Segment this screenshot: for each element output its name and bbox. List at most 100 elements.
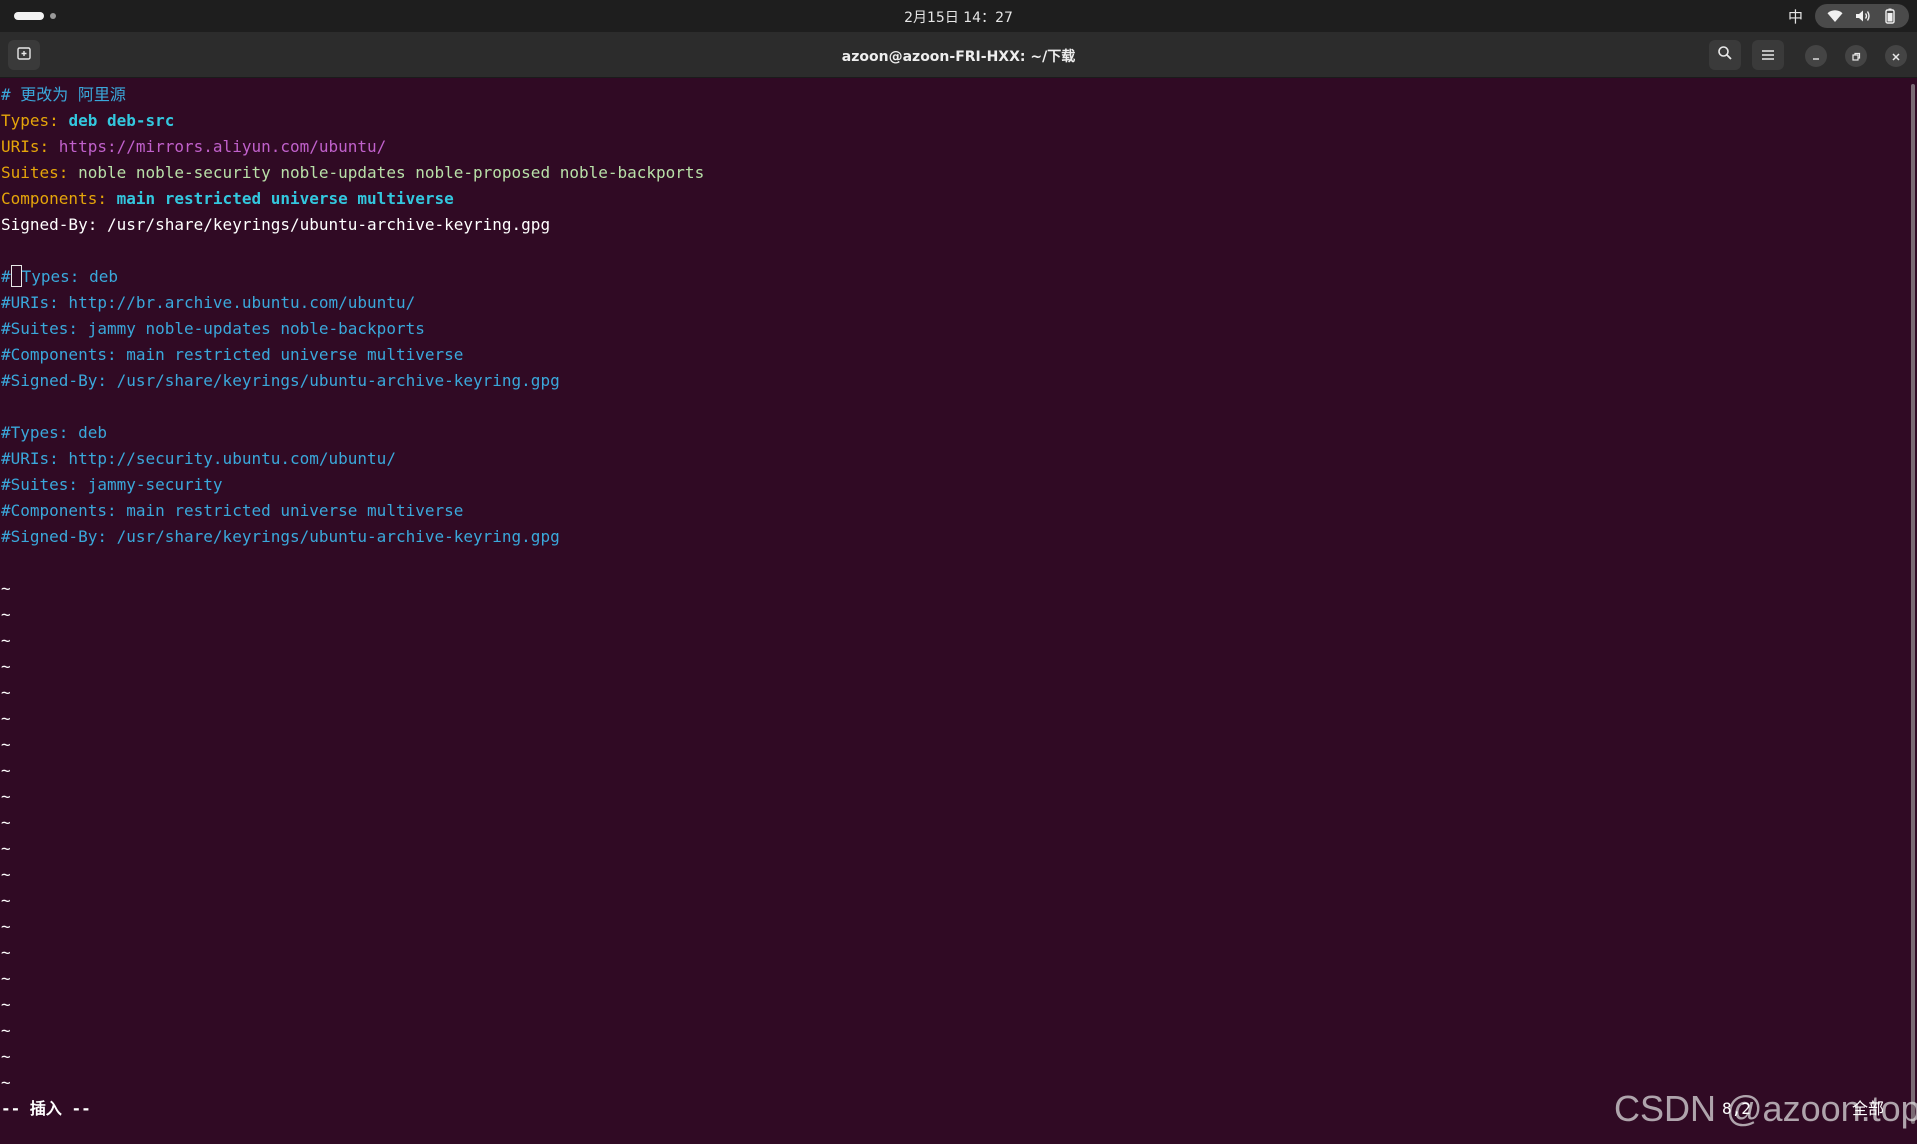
system-top-bar: 2月15日 14：27 中 <box>0 0 1917 32</box>
text-segment: main restricted universe multiverse <box>116 189 454 208</box>
text-segment: Suites: <box>1 163 79 182</box>
text-segment: ~ <box>1 709 11 728</box>
search-button[interactable] <box>1709 40 1741 70</box>
input-method-indicator[interactable]: 中 <box>1788 6 1803 27</box>
restore-button[interactable] <box>1845 45 1867 67</box>
text-segment: #Types: deb <box>1 423 107 442</box>
text-segment: ~ <box>1 943 11 962</box>
text-segment: #Signed-By: /usr/share/keyrings/ubuntu-a… <box>1 371 560 390</box>
editor-line: #Suites: jammy noble-updates noble-backp… <box>1 316 425 342</box>
empty-buffer-line: ~ <box>1 1018 11 1044</box>
empty-buffer-line: ~ <box>1 992 11 1018</box>
editor-line: # Types: deb <box>1 264 118 290</box>
text-segment: ~ <box>1 839 11 858</box>
text-segment: Types: <box>1 111 69 130</box>
empty-buffer-line: ~ <box>1 628 11 654</box>
text-segment: # 更改为 阿里源 <box>1 85 126 104</box>
empty-buffer-line: ~ <box>1 888 11 914</box>
text-segment: ~ <box>1 631 11 650</box>
editor-line: #Signed-By: /usr/share/keyrings/ubuntu-a… <box>1 368 560 394</box>
vim-editor-area[interactable]: # 更改为 阿里源 Types: deb deb-src URIs: https:/… <box>0 78 1910 1144</box>
text-cursor <box>10 265 22 287</box>
text-segment: #Suites: jammy noble-updates noble-backp… <box>1 319 425 338</box>
empty-buffer-line: ~ <box>1 602 11 628</box>
clock[interactable]: 2月15日 14：27 <box>0 7 1917 27</box>
scroll-position: 全部 <box>1852 1099 1885 1118</box>
close-icon <box>1891 47 1901 66</box>
new-tab-button[interactable] <box>8 40 40 70</box>
text-segment: ~ <box>1 761 11 780</box>
text-segment: URIs: <box>1 137 59 156</box>
text-segment: #Components: main restricted universe mu… <box>1 501 464 520</box>
minimize-icon <box>1811 47 1821 66</box>
text-segment: Components: <box>1 189 117 208</box>
text-segment: ~ <box>1 813 11 832</box>
empty-buffer-line: ~ <box>1 862 11 888</box>
wifi-icon <box>1827 9 1843 23</box>
editor-line: #Components: main restricted universe mu… <box>1 498 463 524</box>
text-segment: Types: deb <box>21 267 118 286</box>
empty-buffer-line: ~ <box>1 680 11 706</box>
empty-buffer-line: ~ <box>1 1044 11 1070</box>
editor-line: #URIs: http://br.archive.ubuntu.com/ubun… <box>1 290 415 316</box>
editor-line: Signed-By: /usr/share/keyrings/ubuntu-ar… <box>1 212 550 238</box>
text-segment: ~ <box>1 969 11 988</box>
editor-line: #Signed-By: /usr/share/keyrings/ubuntu-a… <box>1 524 560 550</box>
close-button[interactable] <box>1885 45 1907 67</box>
empty-buffer-line: ~ <box>1 706 11 732</box>
battery-icon <box>1883 8 1897 24</box>
new-tab-icon <box>16 45 32 65</box>
text-segment: # <box>1 267 11 286</box>
editor-line: # 更改为 阿里源 <box>1 82 126 108</box>
text-segment: ~ <box>1 917 11 936</box>
minimize-button[interactable] <box>1805 45 1827 67</box>
text-segment: #Signed-By: /usr/share/keyrings/ubuntu-a… <box>1 527 560 546</box>
system-tray[interactable] <box>1815 4 1909 28</box>
text-segment: ~ <box>1 1047 11 1066</box>
text-segment: #Components: main restricted universe mu… <box>1 345 464 364</box>
empty-buffer-line: ~ <box>1 810 11 836</box>
scrollbar-thumb[interactable] <box>1911 84 1915 1124</box>
window-title: azoon@azoon-FRI-HXX: ~/下载 <box>841 49 1076 65</box>
workspace-dot <box>50 13 56 19</box>
text-segment: #URIs: http://br.archive.ubuntu.com/ubun… <box>1 293 416 312</box>
text-segment: ~ <box>1 1021 11 1040</box>
editor-line: Suites: noble noble-security noble-updat… <box>1 160 704 186</box>
text-segment: ~ <box>1 995 11 1014</box>
editor-line: URIs: https://mirrors.aliyun.com/ubuntu/ <box>1 134 386 160</box>
empty-buffer-line: ~ <box>1 940 11 966</box>
volume-icon <box>1855 9 1871 23</box>
activities-indicator[interactable] <box>14 12 56 20</box>
empty-buffer-line: ~ <box>1 914 11 940</box>
restore-icon <box>1851 47 1861 66</box>
text-segment: #URIs: http://security.ubuntu.com/ubuntu… <box>1 449 396 468</box>
empty-buffer-line: ~ <box>1 654 11 680</box>
text-segment: ~ <box>1 1073 11 1092</box>
editor-line: #Suites: jammy-security <box>1 472 223 498</box>
text-segment: ~ <box>1 891 11 910</box>
cursor-position: 8,2 <box>1722 1099 1751 1118</box>
text-segment: ~ <box>1 579 11 598</box>
text-segment: ~ <box>1 787 11 806</box>
text-segment: ~ <box>1 605 11 624</box>
text-segment: #Suites: jammy-security <box>1 475 223 494</box>
empty-buffer-line: ~ <box>1 1070 11 1096</box>
empty-buffer-line: ~ <box>1 732 11 758</box>
vim-mode-indicator: -- 插入 -- <box>1 1099 91 1118</box>
workspace-active-pill <box>14 12 44 20</box>
search-icon <box>1717 45 1733 65</box>
editor-line: #Components: main restricted universe mu… <box>1 342 463 368</box>
text-segment: ~ <box>1 865 11 884</box>
editor-line: #URIs: http://security.ubuntu.com/ubuntu… <box>1 446 396 472</box>
text-segment: ~ <box>1 735 11 754</box>
editor-line: #Types: deb <box>1 420 107 446</box>
text-segment: https://mirrors.aliyun.com/ubuntu/ <box>58 137 387 156</box>
terminal-scrollbar[interactable] <box>1910 78 1917 1144</box>
empty-buffer-line: ~ <box>1 576 11 602</box>
empty-buffer-line: ~ <box>1 758 11 784</box>
editor-line: Components: main restricted universe mul… <box>1 186 454 212</box>
empty-buffer-line: ~ <box>1 966 11 992</box>
empty-buffer-line: ~ <box>1 784 11 810</box>
menu-button[interactable] <box>1752 40 1784 70</box>
hamburger-menu-icon <box>1761 46 1775 65</box>
